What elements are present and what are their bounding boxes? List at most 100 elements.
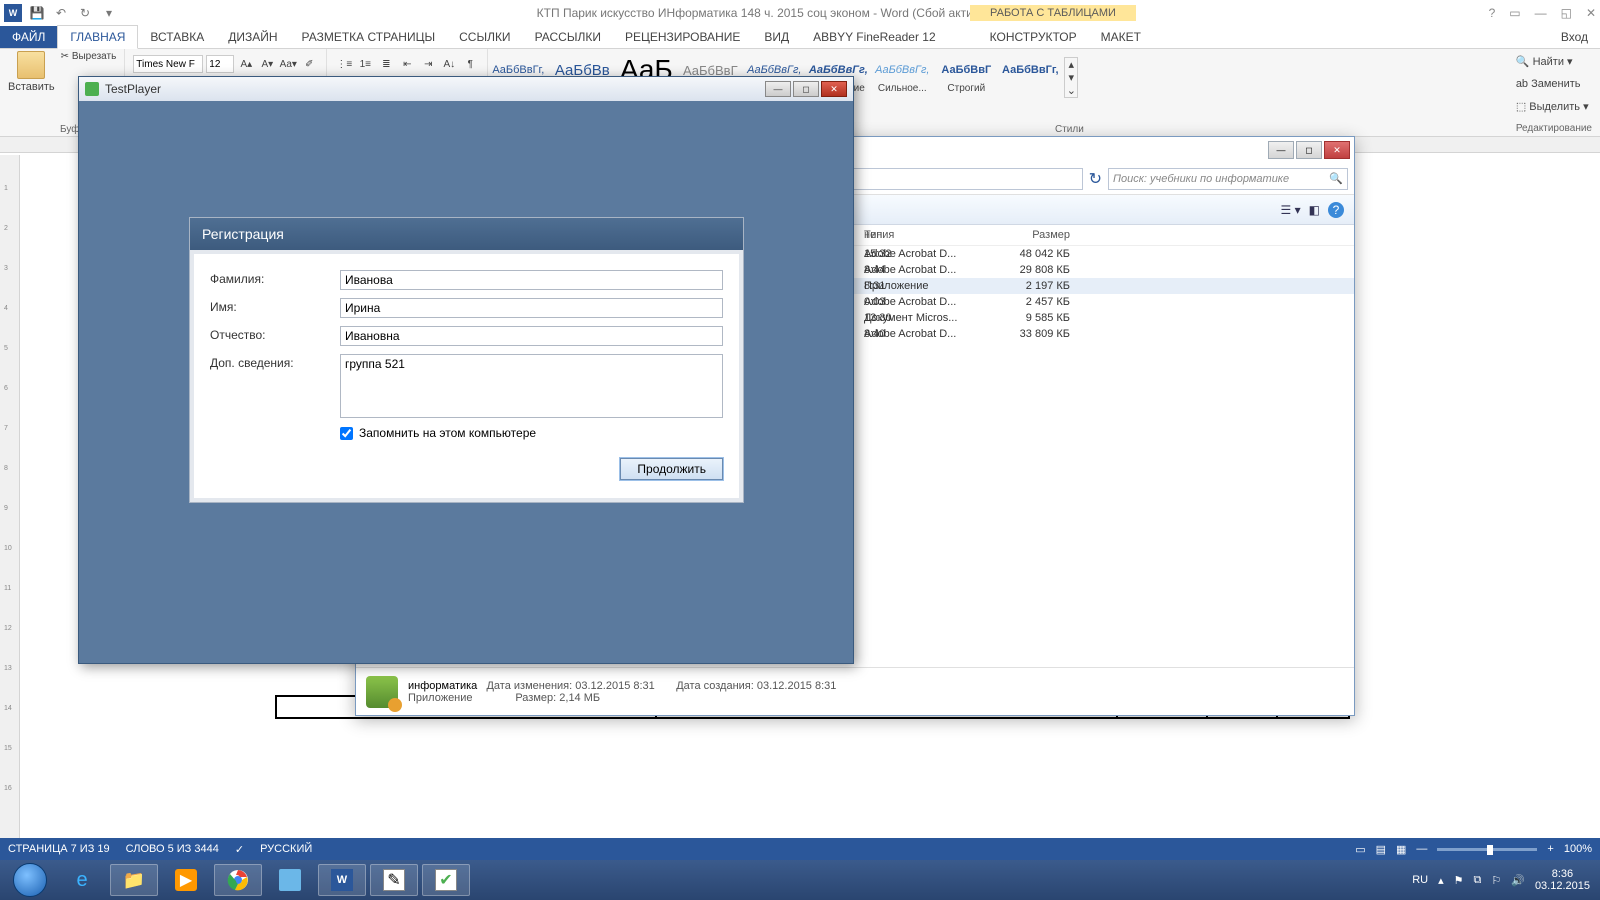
zoom-out-icon[interactable]: — [1416,843,1427,855]
tab-maket[interactable]: МАКЕТ [1089,26,1153,48]
explorer-close-button[interactable]: ✕ [1324,141,1350,159]
view-web-icon[interactable]: ▦ [1396,843,1406,856]
sign-in-link[interactable]: Вход [1549,26,1600,48]
paragraph-marks-icon[interactable]: ¶ [461,55,479,73]
bullets-icon[interactable]: ⋮≡ [335,55,353,73]
tray-action-icon[interactable]: ⚐ [1491,874,1501,887]
tp-maximize-button[interactable]: ◻ [793,81,819,97]
tray-lang[interactable]: RU [1412,874,1428,886]
view-options-icon[interactable]: ☰ ▾ [1281,203,1301,217]
tab-mailings[interactable]: РАССЫЛКИ [523,26,613,48]
start-button[interactable] [6,864,54,896]
styles-scroll-up-icon[interactable]: ▴ [1065,58,1077,71]
tab-view[interactable]: ВИД [752,26,801,48]
style-item[interactable]: АаБбВвГСтрогий [936,57,996,94]
zoom-slider[interactable] [1437,848,1537,851]
status-proofing-icon[interactable]: ✓ [235,843,244,856]
refresh-icon[interactable]: ↻ [1089,169,1102,189]
tray-flag-icon[interactable]: ⚑ [1454,874,1464,887]
styles-scroll-down-icon[interactable]: ▾ [1065,71,1077,84]
qat-undo-icon[interactable]: ↶ [52,4,70,22]
taskbar-media[interactable]: ▶ [162,864,210,896]
clipboard-group-label: Буф [60,124,79,135]
tray-up-icon[interactable]: ▴ [1438,874,1444,887]
styles-more-icon[interactable]: ⌄ [1065,84,1077,97]
help-icon[interactable]: ? [1489,6,1496,20]
taskbar-explorer[interactable]: 📁 [110,864,158,896]
qat-redo-icon[interactable]: ↻ [76,4,94,22]
help-icon[interactable]: ? [1328,202,1344,218]
explorer-maximize-button[interactable]: ◻ [1296,141,1322,159]
paste-button[interactable]: Вставить [8,51,55,134]
view-print-icon[interactable]: ▤ [1376,843,1386,856]
taskbar-testplayer[interactable]: ✔ [422,864,470,896]
indent-inc-icon[interactable]: ⇥ [419,55,437,73]
preview-pane-icon[interactable]: ◧ [1309,203,1320,217]
tab-home[interactable]: ГЛАВНАЯ [57,25,138,49]
zoom-value[interactable]: 100% [1564,843,1592,855]
extra-textarea[interactable] [340,354,723,418]
style-item[interactable]: АаБбВвГг, [1000,57,1060,94]
taskbar-ie[interactable]: e [58,864,106,896]
tp-minimize-button[interactable]: — [765,81,791,97]
zoom-in-icon[interactable]: + [1547,843,1553,855]
tab-abbyy[interactable]: ABBYY FineReader 12 [801,26,948,48]
taskbar-chrome[interactable] [214,864,262,896]
tab-references[interactable]: ССЫЛКИ [447,26,522,48]
clear-format-icon[interactable]: ✐ [300,55,318,73]
tab-insert[interactable]: ВСТАВКА [138,26,216,48]
tab-file[interactable]: ФАЙЛ [0,26,57,48]
taskbar-editor[interactable]: ✎ [370,864,418,896]
sort-icon[interactable]: A↓ [440,55,458,73]
find-button[interactable]: 🔍 Найти ▾ [1516,55,1592,68]
tray-network-icon[interactable]: ⧉ [1474,874,1482,887]
name-input[interactable] [340,298,723,318]
tab-review[interactable]: РЕЦЕНЗИРОВАНИЕ [613,26,752,48]
taskbar-word[interactable]: W [318,864,366,896]
shrink-font-icon[interactable]: A▾ [258,55,276,73]
font-name-input[interactable] [133,55,203,73]
select-button[interactable]: ⬚ Выделить ▾ [1516,100,1592,113]
surname-input[interactable] [340,270,723,290]
window-minimize-icon[interactable]: — [1535,6,1547,20]
status-page[interactable]: СТРАНИЦА 7 ИЗ 19 [8,843,110,855]
tray-volume-icon[interactable]: 🔊 [1511,874,1525,887]
qat-dropdown-icon[interactable]: ▾ [100,4,118,22]
window-restore-icon[interactable]: ◱ [1561,6,1572,20]
ribbon-options-icon[interactable]: ▭ [1509,6,1520,20]
extra-label: Доп. сведения: [210,354,340,370]
grow-font-icon[interactable]: A▴ [237,55,255,73]
testplayer-titlebar[interactable]: TestPlayer — ◻ ✕ [79,77,853,101]
window-close-icon[interactable]: ✕ [1586,6,1596,20]
tray-clock[interactable]: 8:36 03.12.2015 [1535,868,1590,892]
search-icon[interactable]: 🔍 [1329,172,1343,185]
explorer-search-input[interactable]: Поиск: учебники по информатике 🔍 [1108,168,1348,190]
indent-dec-icon[interactable]: ⇤ [398,55,416,73]
change-case-icon[interactable]: Aa▾ [279,55,297,73]
taskbar-viewer[interactable] [266,864,314,896]
status-language[interactable]: РУССКИЙ [260,843,312,855]
file-icon [366,676,398,708]
cut-button[interactable]: ✂ Вырезать [61,51,117,62]
tab-design[interactable]: ДИЗАЙН [216,26,289,48]
font-size-input[interactable] [206,55,234,73]
patronymic-input[interactable] [340,326,723,346]
view-read-icon[interactable]: ▭ [1355,843,1365,856]
col-type[interactable]: Тип [864,229,990,241]
tab-constructor[interactable]: КОНСТРУКТОР [978,26,1089,48]
multilevel-icon[interactable]: ≣ [377,55,395,73]
numbering-icon[interactable]: 1≡ [356,55,374,73]
explorer-minimize-button[interactable]: — [1268,141,1294,159]
style-item[interactable]: АаБбВвГг,Сильное... [872,57,932,94]
continue-button[interactable]: Продолжить [620,458,723,480]
status-words[interactable]: СЛОВО 5 ИЗ 3444 [126,843,219,855]
tab-page-layout[interactable]: РАЗМЕТКА СТРАНИЦЫ [290,26,448,48]
name-label: Имя: [210,298,340,314]
chrome-icon [227,869,249,891]
col-size[interactable]: Размер [990,229,1070,241]
tp-close-button[interactable]: ✕ [821,81,847,97]
remember-checkbox[interactable] [340,427,353,440]
remember-label: Запомнить на этом компьютере [359,426,536,440]
replace-button[interactable]: ab Заменить [1516,78,1592,90]
qat-save-icon[interactable]: 💾 [28,4,46,22]
